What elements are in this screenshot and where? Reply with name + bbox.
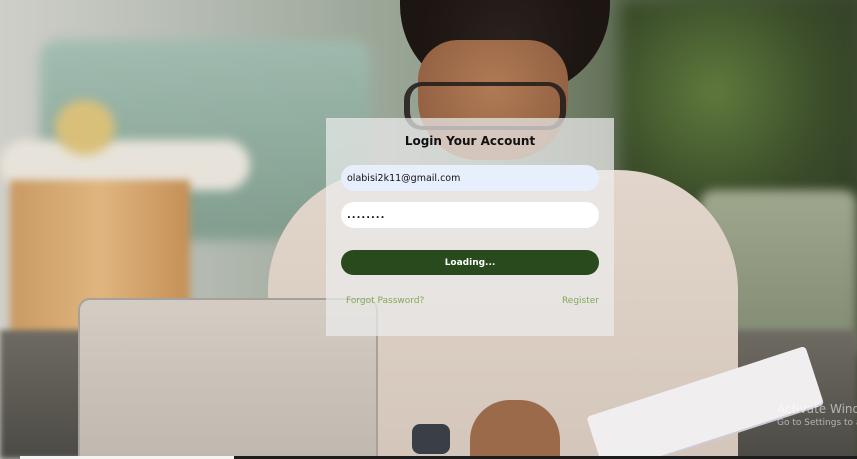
login-title: Login Your Account — [404, 134, 536, 148]
forgot-password-link[interactable]: Forgot Password? — [346, 296, 424, 306]
activate-windows-watermark: Activate Windows Go to Settings to activ… — [777, 402, 857, 428]
login-card: Login Your Account olabisi2k11@gmail.com… — [326, 118, 614, 336]
watermark-title: Activate Windows — [777, 402, 857, 416]
email-field-value: olabisi2k11@gmail.com — [347, 172, 461, 184]
login-button[interactable]: Loading... — [341, 250, 599, 275]
email-field[interactable]: olabisi2k11@gmail.com — [341, 165, 599, 191]
password-field-value: ........ — [347, 209, 386, 221]
watermark-subtitle: Go to Settings to activate Windows. — [777, 418, 857, 428]
register-link[interactable]: Register — [562, 296, 599, 306]
password-field[interactable]: ........ — [341, 202, 599, 228]
login-button-label: Loading... — [444, 257, 496, 268]
login-page: Login Your Account olabisi2k11@gmail.com… — [0, 0, 857, 459]
